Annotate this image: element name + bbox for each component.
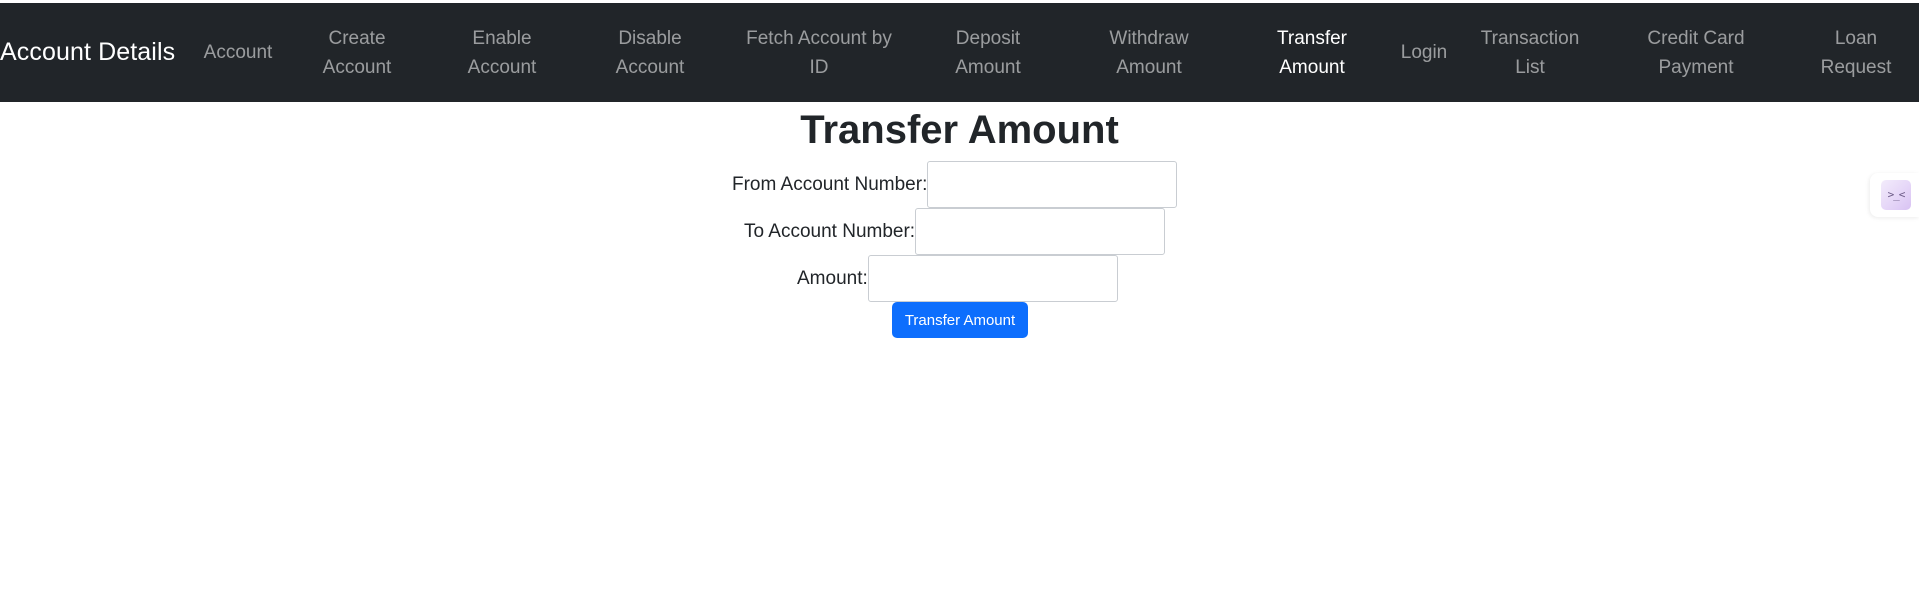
nav-item-deposit-amount[interactable]: Deposit Amount bbox=[938, 3, 1038, 102]
nav-item-transfer-amount[interactable]: Transfer Amount bbox=[1262, 3, 1362, 102]
nav-item-label: Fetch Account by bbox=[746, 27, 892, 49]
nav-item-label: Create bbox=[328, 27, 386, 49]
nav-item-account[interactable]: Account bbox=[196, 3, 280, 102]
nav-item-label: Disable bbox=[618, 27, 682, 49]
nav-item-label: Account bbox=[203, 42, 273, 63]
nav-item-withdraw-amount[interactable]: Withdraw Amount bbox=[1094, 3, 1204, 102]
nav-item-label: Account bbox=[467, 56, 537, 78]
to-account-row: To Account Number: bbox=[744, 208, 1166, 255]
amount-label: Amount: bbox=[797, 267, 868, 289]
nav-item-label: Account bbox=[322, 56, 392, 78]
nav-item-transaction-list[interactable]: Transaction List bbox=[1470, 3, 1590, 102]
navbar: Account Details Account Create Account E… bbox=[0, 3, 1919, 102]
nav-item-label: Amount bbox=[1279, 56, 1345, 78]
nav-item-loan-request[interactable]: Loan Request bbox=[1808, 3, 1904, 102]
nav-item-label: Amount bbox=[1116, 56, 1182, 78]
nav-item-credit-card-payment[interactable]: Credit Card Payment bbox=[1606, 3, 1786, 102]
nav-item-label: Withdraw bbox=[1109, 27, 1189, 49]
navbar-brand[interactable]: Account Details bbox=[0, 3, 175, 102]
nav-item-label: List bbox=[1515, 56, 1545, 78]
extension-face-icon: >_< bbox=[1881, 180, 1911, 210]
nav-item-label: Enable bbox=[472, 27, 532, 49]
extension-widget[interactable]: >_< bbox=[1870, 173, 1919, 217]
to-account-label: To Account Number: bbox=[744, 220, 916, 242]
to-account-input[interactable] bbox=[915, 208, 1166, 255]
nav-item-enable-account[interactable]: Enable Account bbox=[452, 3, 552, 102]
nav-item-label: Request bbox=[1820, 56, 1892, 78]
nav-item-label: Credit Card bbox=[1647, 27, 1745, 49]
nav-item-disable-account[interactable]: Disable Account bbox=[600, 3, 700, 102]
nav-item-login[interactable]: Login bbox=[1394, 3, 1454, 102]
nav-item-label: Login bbox=[1400, 42, 1448, 63]
amount-row: Amount: bbox=[797, 255, 1118, 302]
from-account-row: From Account Number: bbox=[732, 161, 1178, 208]
page-title: Transfer Amount bbox=[800, 108, 1119, 152]
nav-item-create-account[interactable]: Create Account bbox=[307, 3, 407, 102]
nav-item-label: Deposit bbox=[955, 27, 1021, 49]
nav-item-label: ID bbox=[809, 56, 829, 78]
from-account-input[interactable] bbox=[927, 161, 1178, 208]
nav-item-label: Loan bbox=[1834, 27, 1878, 49]
amount-input[interactable] bbox=[867, 255, 1118, 302]
nav-item-fetch-account[interactable]: Fetch Account by ID bbox=[734, 3, 904, 102]
nav-item-label: Payment bbox=[1658, 56, 1734, 78]
nav-item-label: Transaction bbox=[1480, 27, 1580, 49]
nav-item-label: Amount bbox=[955, 56, 1021, 78]
nav-item-label: Transfer bbox=[1276, 27, 1348, 49]
from-account-label: From Account Number: bbox=[732, 173, 928, 195]
transfer-amount-button[interactable]: Transfer Amount bbox=[892, 302, 1028, 338]
nav-item-label: Account bbox=[615, 56, 685, 78]
